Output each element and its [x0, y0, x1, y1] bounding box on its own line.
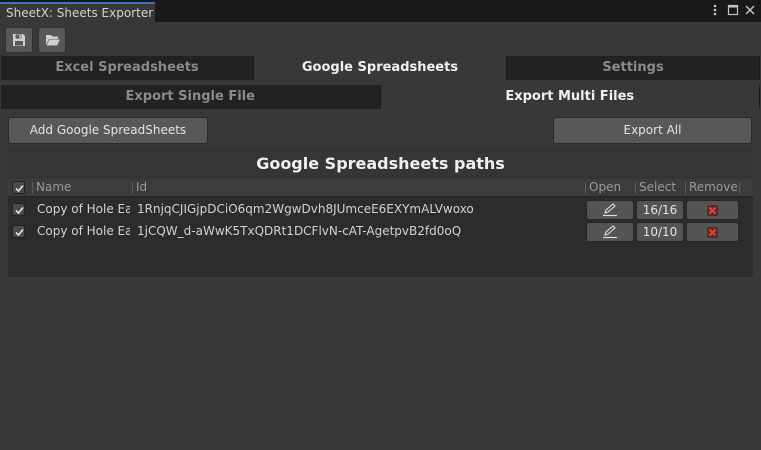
- header-id: Id: [136, 180, 148, 194]
- kebab-menu-icon[interactable]: [712, 3, 718, 20]
- select-all-checkbox[interactable]: [12, 181, 25, 194]
- column-separator[interactable]: [585, 182, 586, 194]
- row-id: 1RnjqCJIGjpDCiO6qm2WgwDvh8JUmceE6EXYmALV…: [137, 202, 474, 216]
- row-checkbox[interactable]: [12, 225, 25, 238]
- column-separator[interactable]: [739, 182, 740, 194]
- open-button[interactable]: [586, 200, 634, 220]
- header-remove: Remove: [689, 180, 738, 194]
- header-open: Open: [589, 180, 622, 194]
- window-tab[interactable]: SheetX: Sheets Exporter: [0, 2, 155, 22]
- row-id: 1jCQW_d-aWwK5TxQDRt1DCFlvN-cAT-AgetpvB2f…: [137, 224, 462, 238]
- close-icon[interactable]: [744, 3, 756, 20]
- edit-icon: [602, 203, 618, 220]
- select-count-button[interactable]: 10/10: [636, 222, 684, 242]
- table-row: Copy of Hole Eat 1RnjqCJIGjpDCiO6qm2WgwD…: [8, 199, 753, 221]
- title-bar: SheetX: Sheets Exporter: [0, 0, 761, 22]
- maximize-icon[interactable]: [727, 3, 739, 20]
- column-header: Name Id Open Select Remove: [8, 179, 753, 197]
- window-title: SheetX: Sheets Exporter: [6, 6, 154, 20]
- main-tab-bar: Excel Spreadsheets Google Spreadsheets S…: [1, 56, 760, 80]
- open-button[interactable]: [586, 222, 634, 242]
- select-count-button[interactable]: 16/16: [636, 200, 684, 220]
- remove-button[interactable]: [686, 222, 739, 242]
- header-select: Select: [639, 180, 677, 194]
- tab-export-single-file[interactable]: Export Single File: [1, 85, 381, 109]
- column-separator[interactable]: [685, 182, 686, 194]
- table-row: Copy of Hole Eat 1jCQW_d-aWwK5TxQDRt1DCF…: [8, 221, 753, 243]
- tab-export-multi-files[interactable]: Export Multi Files: [380, 85, 760, 109]
- row-name: Copy of Hole Eat: [37, 224, 130, 238]
- spreadsheet-paths-panel: Google Spreadsheets paths Name Id Open S…: [8, 149, 753, 277]
- remove-button[interactable]: [686, 200, 739, 220]
- tab-excel-spreadsheets[interactable]: Excel Spreadsheets: [1, 56, 254, 80]
- edit-icon: [602, 225, 618, 242]
- row-name: Copy of Hole Eat: [37, 202, 130, 216]
- open-button[interactable]: [38, 27, 66, 53]
- panel-title: Google Spreadsheets paths: [8, 149, 753, 179]
- column-separator[interactable]: [132, 182, 133, 194]
- row-checkbox[interactable]: [12, 203, 25, 216]
- window-body: Excel Spreadsheets Google Spreadsheets S…: [0, 22, 761, 450]
- column-separator[interactable]: [635, 182, 636, 194]
- add-google-spreadsheets-button[interactable]: Add Google SpreadSheets: [8, 117, 208, 144]
- remove-icon: [707, 205, 718, 219]
- export-all-button[interactable]: Export All: [553, 117, 752, 144]
- save-button[interactable]: [5, 27, 33, 53]
- column-separator[interactable]: [32, 182, 33, 194]
- sub-tab-bar: Export Single File Export Multi Files: [1, 85, 760, 109]
- tab-google-spreadsheets[interactable]: Google Spreadsheets: [254, 56, 507, 80]
- header-name: Name: [36, 180, 72, 194]
- remove-icon: [707, 227, 718, 241]
- tab-settings[interactable]: Settings: [507, 56, 760, 80]
